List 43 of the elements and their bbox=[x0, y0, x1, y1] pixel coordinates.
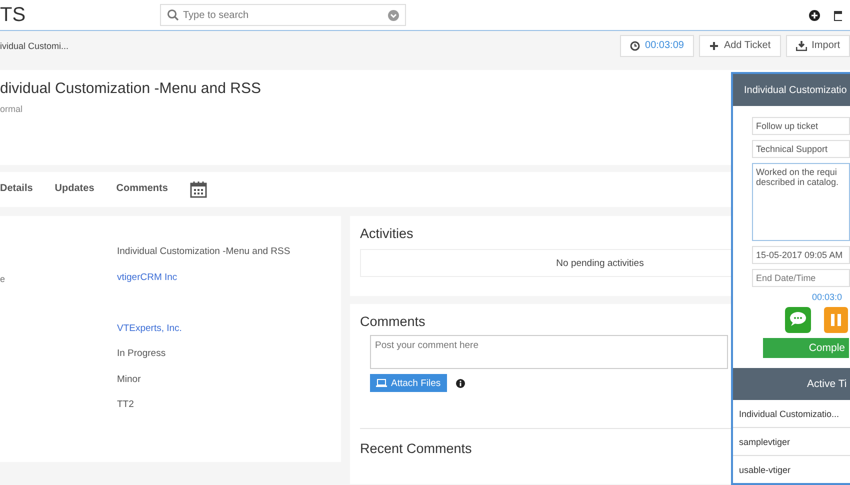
section-title: Comments bbox=[360, 314, 426, 329]
field-link[interactable]: VTExperts, Inc. bbox=[117, 322, 182, 348]
elapsed-time: 00:03:0 bbox=[812, 292, 842, 302]
search-icon bbox=[167, 9, 179, 21]
end-date-field[interactable]: End Date/Time bbox=[752, 269, 850, 287]
panel-title: Individual Customizatio bbox=[744, 84, 847, 96]
chevron-down-icon[interactable] bbox=[388, 10, 399, 20]
tab[interactable]: Comments bbox=[116, 177, 168, 202]
active-timer-item[interactable]: usable-vtiger bbox=[733, 456, 850, 483]
record-title: dividual Customization -Menu and RSS bbox=[0, 80, 261, 97]
section-title: Recent Comments bbox=[360, 441, 472, 456]
comment-field[interactable]: Post your comment here bbox=[370, 335, 728, 369]
clock-icon bbox=[630, 40, 640, 50]
field-value: Minor bbox=[117, 374, 141, 386]
download-icon bbox=[796, 40, 807, 50]
start-date-field[interactable]: 15-05-2017 09:05 AM bbox=[752, 246, 850, 264]
field-link[interactable]: vtigerCRM Inc bbox=[117, 272, 178, 297]
tab[interactable]: Details bbox=[0, 177, 33, 202]
category-select[interactable]: Technical Support bbox=[752, 140, 850, 158]
active-timer-item[interactable]: samplevtiger bbox=[733, 428, 850, 456]
add-icon[interactable] bbox=[809, 10, 820, 20]
notes-field[interactable]: Worked on the requi described in catalog. bbox=[752, 163, 850, 241]
comment-bubble-icon[interactable] bbox=[785, 307, 811, 333]
import-button[interactable]: Import bbox=[786, 34, 850, 56]
tab[interactable]: Updates bbox=[54, 177, 94, 202]
search-field[interactable]: Type to search bbox=[160, 4, 406, 26]
timer-button[interactable]: 00:03:09 bbox=[620, 34, 694, 56]
app-logo: TS bbox=[0, 4, 27, 26]
section-title: Activities bbox=[360, 226, 414, 241]
plus-icon bbox=[708, 40, 719, 50]
field-value: In Progress bbox=[117, 348, 166, 361]
field-value: TT2 bbox=[117, 399, 134, 412]
active-timer-item[interactable]: Individual Customizatio... bbox=[733, 400, 850, 428]
record-subtitle: ormal bbox=[0, 104, 24, 114]
active-timers-title: Active Ti bbox=[807, 378, 847, 390]
empty-message: No pending activities bbox=[556, 258, 644, 268]
field-value: Individual Customization -Menu and RSS bbox=[117, 246, 290, 259]
breadcrumb[interactable]: ividual Customi... bbox=[0, 40, 69, 50]
field-label: e bbox=[0, 274, 6, 284]
type-select[interactable]: Follow up ticket bbox=[752, 117, 850, 135]
info-icon[interactable] bbox=[456, 378, 465, 388]
laptop-icon bbox=[376, 379, 387, 387]
add-ticket-button[interactable]: Add Ticket bbox=[698, 34, 781, 56]
